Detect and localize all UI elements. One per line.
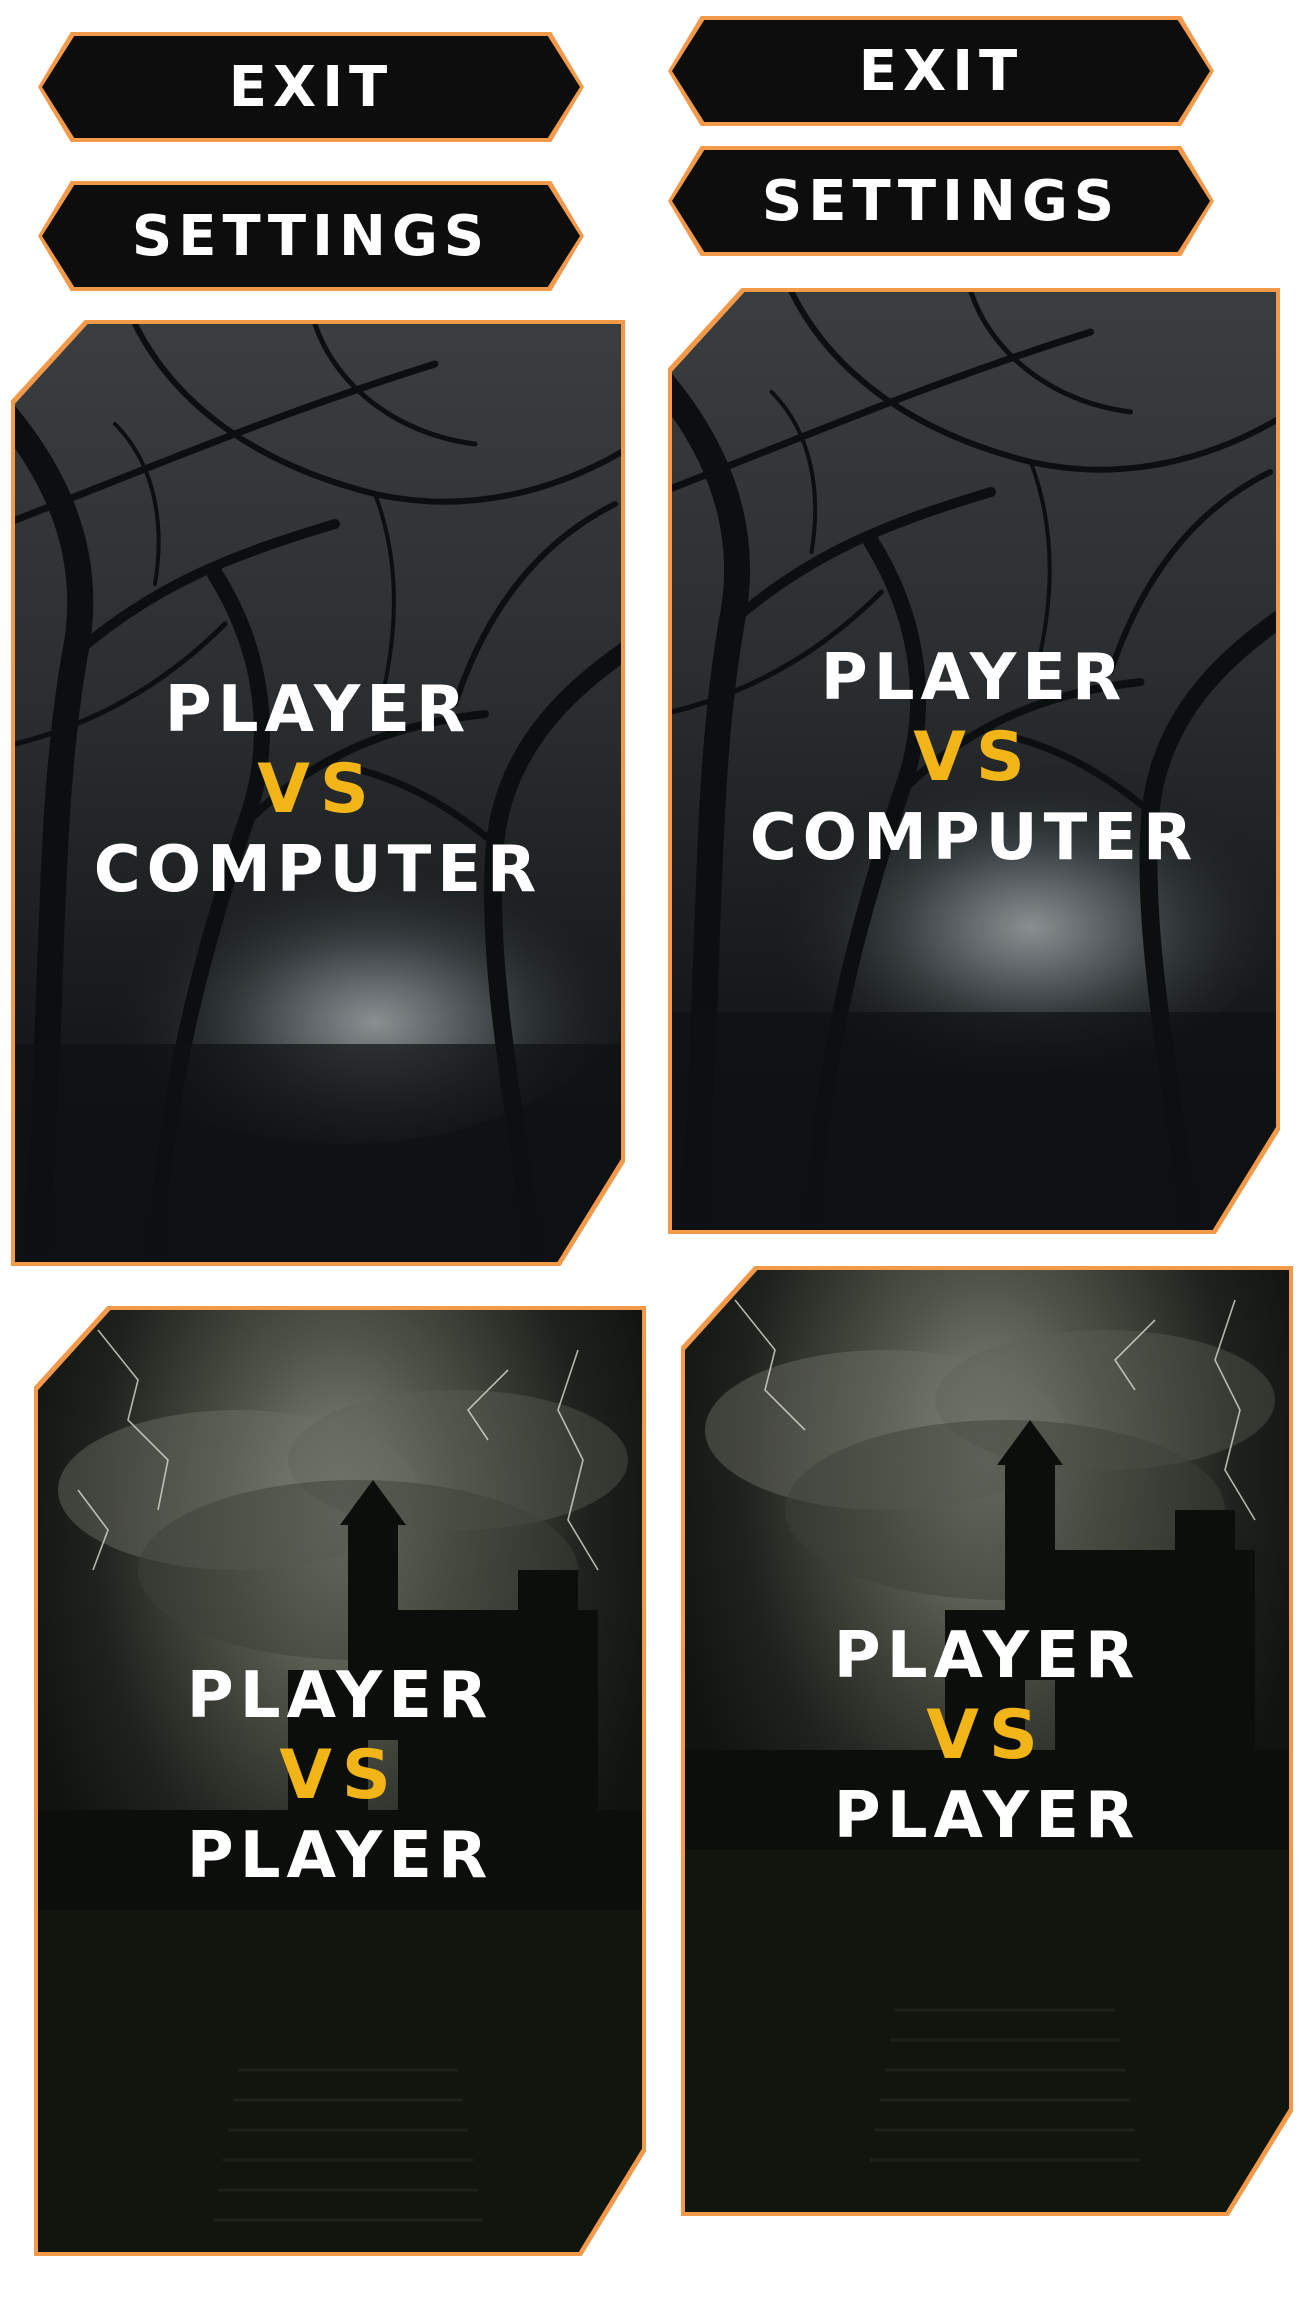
settings-button-right[interactable]: SETTINGS (668, 146, 1214, 256)
settings-button-label: SETTINGS (131, 203, 491, 269)
exit-button-label: EXIT (858, 38, 1024, 104)
settings-button-left[interactable]: SETTINGS (38, 181, 584, 291)
vs-label: VS (257, 750, 379, 829)
settings-button-label: SETTINGS (761, 168, 1121, 234)
title-line-1: PLAYER (833, 1619, 1141, 1693)
vs-label: VS (926, 1696, 1048, 1775)
title-line-2: PLAYER (186, 1819, 494, 1893)
mode-title: PLAYER VS PLAYER (38, 1650, 642, 1902)
title-line-2: COMPUTER (749, 801, 1199, 875)
exit-button-right[interactable]: EXIT (668, 16, 1214, 126)
exit-button-label: EXIT (228, 54, 394, 120)
title-line-1: PLAYER (186, 1659, 494, 1733)
exit-button-left[interactable]: EXIT (38, 32, 584, 142)
mode-title: PLAYER VS PLAYER (685, 1610, 1289, 1862)
vs-label: VS (913, 718, 1035, 797)
player-vs-computer-card[interactable]: PLAYER VS COMPUTER (11, 320, 625, 1266)
mode-title: PLAYER VS COMPUTER (672, 632, 1276, 884)
title-line-1: PLAYER (164, 673, 472, 747)
title-line-2: COMPUTER (93, 833, 543, 907)
player-vs-player-card[interactable]: PLAYER VS PLAYER (681, 1266, 1293, 2216)
title-line-1: PLAYER (820, 641, 1128, 715)
vs-label: VS (279, 1736, 401, 1815)
mode-title: PLAYER VS COMPUTER (15, 664, 621, 916)
title-line-2: PLAYER (833, 1779, 1141, 1853)
player-vs-player-card[interactable]: PLAYER VS PLAYER (34, 1306, 646, 2256)
player-vs-computer-card[interactable]: PLAYER VS COMPUTER (668, 288, 1280, 1234)
